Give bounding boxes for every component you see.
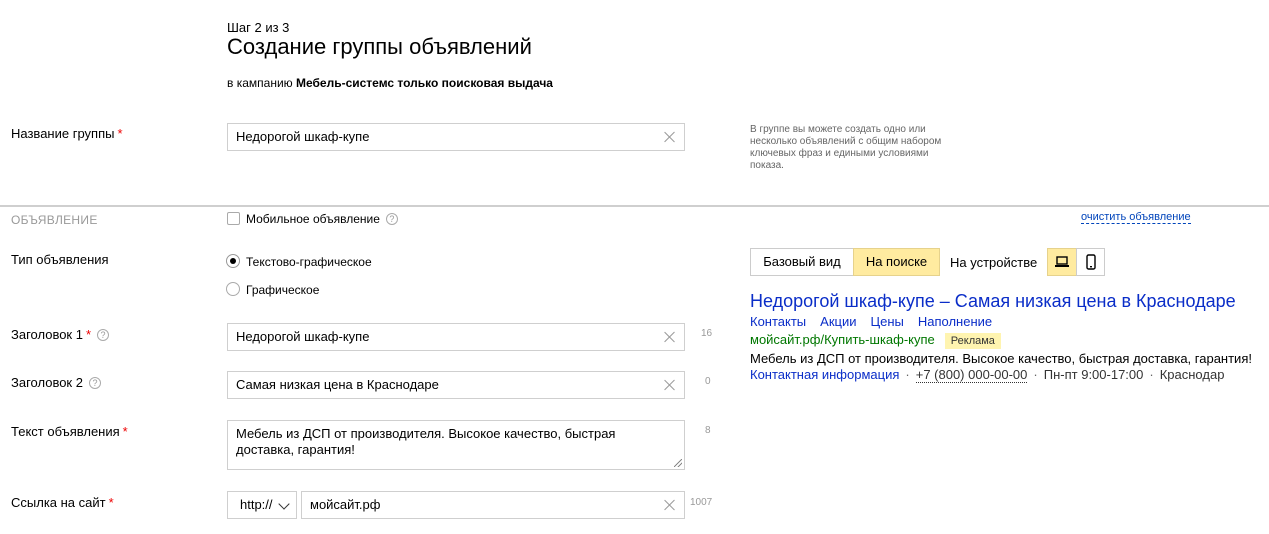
site-link-label-text: Ссылка на сайт — [11, 495, 106, 510]
campaign-prefix: в кампанию — [227, 76, 296, 90]
headline2-label: Заголовок 2? — [11, 375, 101, 390]
on-device-label: На устройстве — [950, 255, 1038, 270]
required-mark: * — [122, 424, 128, 439]
group-name-label-text: Название группы — [11, 126, 115, 141]
ad-text-textarea[interactable]: Мебель из ДСП от производителя. Высокое … — [227, 420, 685, 470]
ad-text-counter: 8 — [705, 425, 711, 436]
ad-section-title: ОБЪЯВЛЕНИЕ — [11, 213, 98, 227]
laptop-icon — [1055, 256, 1069, 267]
city: Краснодар — [1159, 367, 1225, 382]
separator: · — [905, 367, 910, 382]
preview-contacts: Контактная информация · +7 (800) 000-00-00… — [750, 367, 1225, 383]
phone-link[interactable]: +7 (800) 000-00-00 — [915, 367, 1028, 383]
clear-icon[interactable] — [663, 330, 677, 344]
ad-badge: Реклама — [944, 333, 1001, 349]
headline1-label: Заголовок 1 *? — [11, 327, 110, 342]
page-title: Создание группы объявлений — [227, 34, 532, 59]
required-mark: * — [85, 327, 92, 342]
preview-ad-title[interactable]: Недорогой шкаф-купе – Самая низкая цена … — [750, 291, 1236, 312]
preview-sitelinks: Контакты Акции Цены Наполнение — [750, 314, 1006, 329]
ad-text-value: Мебель из ДСП от производителя. Высокое … — [236, 426, 616, 457]
contact-info-link[interactable]: Контактная информация — [750, 367, 899, 382]
headline1-value: Недорогой шкаф-купе — [236, 329, 370, 344]
site-link-counter: 1007 — [690, 497, 713, 508]
headline1-input[interactable]: Недорогой шкаф-купе — [227, 323, 685, 351]
resize-handle[interactable] — [674, 459, 682, 467]
chevron-down-icon — [278, 498, 290, 510]
headline1-label-text: Заголовок 1 — [11, 327, 83, 342]
headline1-counter: 16 — [701, 328, 713, 339]
radio-graphic[interactable] — [226, 282, 240, 296]
section-divider — [0, 205, 1269, 207]
group-name-label: Название группы * — [11, 126, 123, 141]
required-mark: * — [117, 126, 123, 141]
ad-type-option-graphic[interactable]: Графическое — [246, 283, 319, 297]
clear-ad-link[interactable]: очистить объявление — [1081, 211, 1191, 224]
headline2-value: Самая низкая цена в Краснодаре — [236, 377, 439, 392]
help-icon[interactable]: ? — [97, 329, 110, 341]
site-link-label: Ссылка на сайт * — [11, 495, 114, 510]
preview-ad-text: Мебель из ДСП от производителя. Высокое … — [750, 351, 1252, 366]
clear-icon[interactable] — [663, 130, 677, 144]
ad-type-label: Тип объявления — [11, 252, 109, 267]
protocol-select[interactable]: http:// — [227, 491, 297, 519]
sitelink[interactable]: Наполнение — [918, 314, 992, 329]
step-indicator: Шаг 2 из 3 — [227, 20, 290, 35]
ad-text-label-text: Текст объявления — [11, 424, 120, 439]
on-search-button[interactable]: На поиске — [853, 248, 940, 276]
campaign-line: в кампанию Мебель-системс только поисков… — [227, 76, 553, 90]
working-hours: Пн-пт 9:00-17:00 — [1043, 367, 1144, 382]
group-name-input[interactable]: Недорогой шкаф-купе — [227, 123, 685, 151]
clear-icon[interactable] — [663, 498, 677, 512]
mobile-ad-label-text: Мобильное объявление — [246, 212, 380, 226]
campaign-name: Мебель-системс только поисковая выдача — [295, 76, 553, 90]
sitelink[interactable]: Контакты — [750, 314, 806, 329]
mobile-ad-checkbox[interactable] — [227, 212, 240, 225]
site-url-value: мойсайт.рф — [310, 497, 381, 512]
basic-view-button[interactable]: Базовый вид — [750, 248, 854, 276]
ad-type-option-text-graphic[interactable]: Текстово-графическое — [246, 255, 372, 269]
preview-url-line: мойсайт.рф/Купить-шкаф-купе Реклама — [750, 332, 1001, 349]
clear-icon[interactable] — [663, 378, 677, 392]
preview-url[interactable]: мойсайт.рф/Купить-шкаф-купе — [750, 332, 935, 347]
group-hint: В группе вы можете создать одно или неск… — [750, 124, 942, 171]
help-icon[interactable]: ? — [385, 213, 398, 225]
ad-text-label: Текст объявления * — [11, 424, 128, 439]
mobile-view-button[interactable] — [1076, 248, 1105, 276]
sitelink[interactable]: Акции — [820, 314, 856, 329]
headline2-counter: 0 — [705, 376, 711, 387]
group-name-value: Недорогой шкаф-купе — [236, 129, 370, 144]
radio-text-graphic[interactable] — [226, 254, 240, 268]
site-url-input[interactable]: мойсайт.рф — [301, 491, 685, 519]
separator: · — [1033, 367, 1038, 382]
desktop-view-button[interactable] — [1047, 248, 1077, 276]
help-icon[interactable]: ? — [88, 377, 101, 389]
required-mark: * — [108, 495, 114, 510]
phone-icon — [1085, 254, 1096, 270]
headline2-input[interactable]: Самая низкая цена в Краснодаре — [227, 371, 685, 399]
separator: · — [1149, 367, 1154, 382]
protocol-value: http:// — [240, 497, 273, 512]
sitelink[interactable]: Цены — [870, 314, 903, 329]
mobile-ad-label: Мобильное объявление? — [246, 212, 398, 226]
headline2-label-text: Заголовок 2 — [11, 375, 83, 390]
